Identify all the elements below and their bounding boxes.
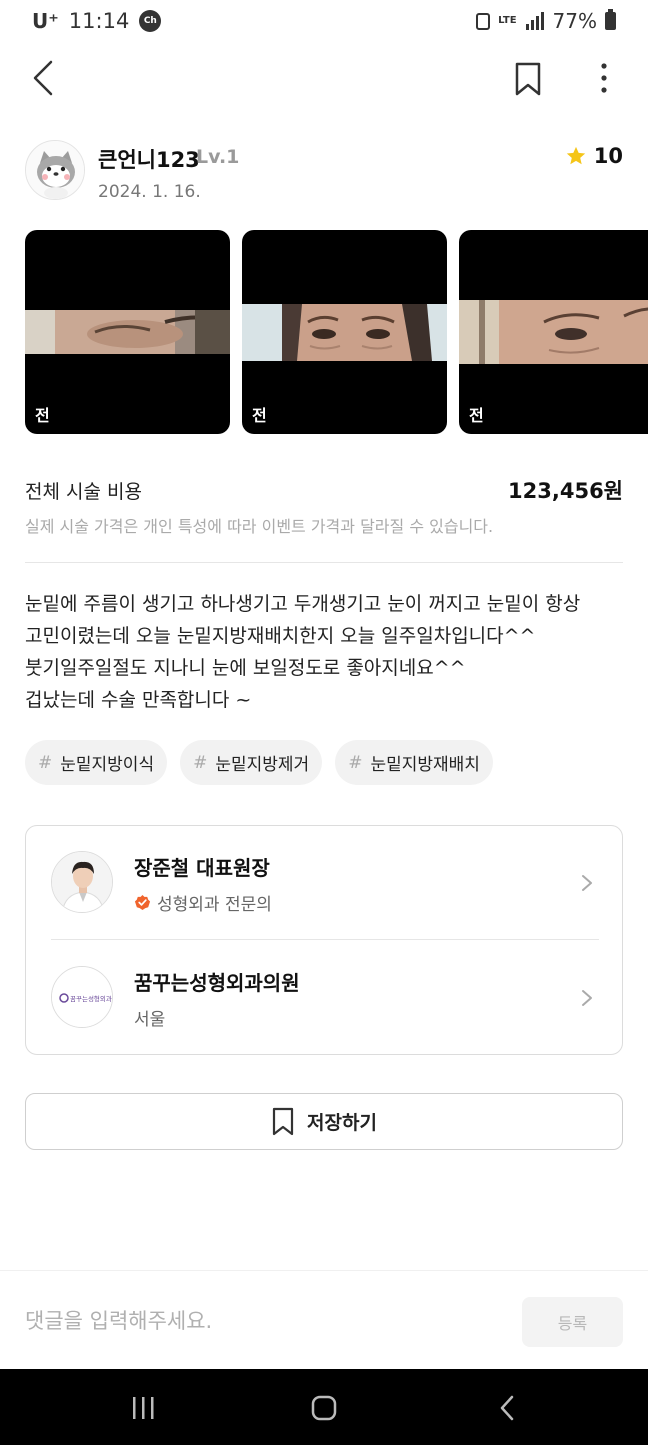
- doctor-clinic-card: 장준철 대표원장 성형외과 전문의 꿈꾸는성형외과 꿈꾸는성형외과의원 서울: [25, 825, 623, 1055]
- star-icon: [566, 146, 585, 165]
- user-level: Lv.1: [196, 146, 240, 168]
- clinic-logo-text: 꿈꾸는성형외과: [70, 994, 112, 1003]
- review-photo[interactable]: 전: [242, 230, 447, 434]
- photo-label: 전: [469, 406, 484, 425]
- review-line: 고민이렸는데 오늘 눈밑지방재배치한지 오늘 일주일차입니다^^: [25, 625, 536, 647]
- review-text: 눈밑에 주름이 생기고 하나생기고 두개생기고 눈이 꺼지고 눈밑이 항상 고민…: [25, 588, 625, 716]
- save-button-label: 저장하기: [307, 1112, 377, 1134]
- clinic-logo-icon: 꿈꾸는성형외과: [52, 967, 112, 1027]
- submit-comment-button[interactable]: 등록: [522, 1297, 623, 1347]
- carrier-label: U⁺: [32, 9, 59, 33]
- cost-title: 전체 시술 비용: [25, 481, 142, 503]
- cost-value: 123,456원: [508, 479, 623, 503]
- status-right: LTE 77%: [476, 9, 616, 33]
- hash-icon: #: [38, 752, 53, 773]
- bookmark-button[interactable]: [508, 56, 548, 100]
- eye-photo-strip: [242, 304, 447, 361]
- doctor-name: 장준철 대표원장: [134, 856, 270, 880]
- section-divider: [25, 562, 623, 563]
- top-nav: [0, 48, 648, 108]
- home-icon: [311, 1395, 337, 1421]
- eye-photo-image: [25, 310, 230, 354]
- hash-icon: #: [348, 752, 363, 773]
- recent-apps-icon: [133, 1397, 154, 1419]
- status-left: U⁺ 11:14 Ch: [32, 9, 162, 33]
- clinic-name: 꿈꾸는성형외과의원: [134, 971, 300, 995]
- tag-chip[interactable]: # 눈밑지방재배치: [335, 740, 493, 785]
- username[interactable]: 큰언니123: [98, 144, 200, 174]
- status-bar: U⁺ 11:14 Ch LTE 77%: [0, 0, 648, 44]
- tag-chip[interactable]: # 눈밑지방이식: [25, 740, 168, 785]
- battery-percent: 77%: [552, 9, 597, 33]
- review-line: 붓기일주일절도 지나니 눈에 보일정도로 좋아지네요^^: [25, 657, 466, 679]
- clinic-row[interactable]: 꿈꾸는성형외과 꿈꾸는성형외과의원 서울: [26, 941, 622, 1055]
- photo-carousel[interactable]: 전 전 전: [25, 230, 648, 435]
- chat-notification-icon: Ch: [139, 10, 162, 32]
- doctor-specialty: 성형외과 전문의: [134, 890, 272, 915]
- tag-list: # 눈밑지방이식 # 눈밑지방제거 # 눈밑지방재배치: [25, 740, 493, 785]
- clinic-location: 서울: [134, 1005, 165, 1030]
- system-back-button[interactable]: [492, 1393, 522, 1423]
- comment-input[interactable]: [25, 1299, 495, 1343]
- system-nav-bar: [0, 1369, 648, 1445]
- bookmark-icon: [515, 62, 541, 96]
- eye-photo-strip: [459, 300, 648, 364]
- doctor-avatar: [51, 851, 113, 913]
- chevron-right-icon: [582, 875, 592, 891]
- doctor-photo-icon: [52, 852, 112, 912]
- eye-photo-image: [242, 304, 447, 361]
- review-photo[interactable]: 전: [25, 230, 230, 434]
- verified-badge-icon: [134, 894, 151, 911]
- battery-icon: [605, 9, 616, 30]
- save-button[interactable]: 저장하기: [25, 1093, 623, 1150]
- post-date: 2024. 1. 16.: [98, 182, 201, 202]
- tag-chip[interactable]: # 눈밑지방제거: [180, 740, 323, 785]
- cat-avatar-icon: [26, 141, 84, 199]
- eye-photo-strip: [25, 310, 230, 354]
- location-label: 서울: [134, 1010, 166, 1030]
- more-button[interactable]: [584, 56, 624, 100]
- tag-label: 눈밑지방재배치: [370, 755, 480, 775]
- photo-label: 전: [35, 406, 50, 425]
- doctor-row[interactable]: 장준철 대표원장 성형외과 전문의: [26, 826, 622, 940]
- network-type-label: LTE: [498, 15, 517, 26]
- signal-icon: [525, 12, 544, 30]
- review-line: 눈밑에 주름이 생기고 하나생기고 두개생기고 눈이 꺼지고 눈밑이 항상: [25, 593, 581, 615]
- review-line: 겁났는데 수술 만족합니다 ~: [25, 689, 252, 711]
- photo-label: 전: [252, 406, 267, 425]
- comment-bar: 등록: [0, 1270, 648, 1370]
- back-button[interactable]: [22, 56, 66, 100]
- card-divider: [51, 939, 599, 940]
- recent-apps-button[interactable]: [128, 1393, 158, 1423]
- back-icon: [500, 1395, 514, 1421]
- clinic-logo: 꿈꾸는성형외과: [51, 966, 113, 1028]
- back-arrow-icon: [33, 60, 53, 96]
- rating-value: 10: [593, 144, 623, 168]
- tag-label: 눈밑지방이식: [60, 755, 155, 775]
- tag-label: 눈밑지방제거: [215, 755, 310, 775]
- cost-note: 실제 시술 가격은 개인 특성에 따라 이벤트 가격과 달라질 수 있습니다.: [25, 517, 494, 536]
- avatar[interactable]: [25, 140, 85, 200]
- home-button[interactable]: [309, 1393, 339, 1423]
- author-profile: 큰언니123 Lv.1 2024. 1. 16. 10: [25, 140, 623, 202]
- sync-icon: [476, 12, 491, 30]
- eye-photo-image: [459, 300, 648, 364]
- specialty-label: 성형외과 전문의: [157, 895, 272, 915]
- review-photo[interactable]: 전: [459, 230, 648, 434]
- chevron-right-icon: [582, 990, 592, 1006]
- hash-icon: #: [193, 752, 208, 773]
- rating: 10: [565, 144, 623, 168]
- bookmark-icon: [272, 1107, 294, 1135]
- clock: 11:14: [68, 9, 130, 33]
- more-vertical-icon: [601, 63, 607, 93]
